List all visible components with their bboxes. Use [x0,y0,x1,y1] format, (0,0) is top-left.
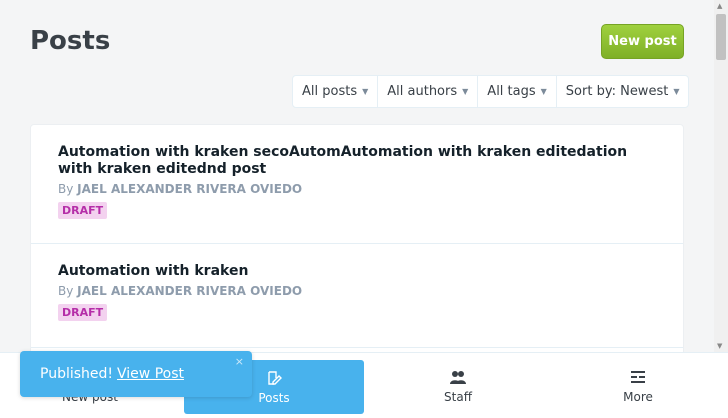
posts-list: Automation with kraken secoAutomAutomati… [30,124,684,364]
menu-icon [631,370,645,383]
post-by-label: By [58,182,74,196]
chevron-down-icon: ▼ [362,87,369,96]
nav-more[interactable]: More [548,353,728,418]
post-author: JAEL ALEXANDER RIVERA OVIEDO [77,284,303,298]
people-icon [450,370,466,384]
page-title: Posts [30,26,111,56]
scroll-up-icon[interactable]: ▲ [717,2,722,10]
filter-type-dropdown[interactable]: All posts ▼ [293,76,379,107]
chevron-down-icon: ▼ [673,87,680,96]
status-badge: DRAFT [58,304,108,321]
nav-label: Staff [444,389,472,404]
close-icon[interactable]: × [235,355,244,368]
sort-label: Sort by: Newest [565,84,669,99]
sort-dropdown[interactable]: Sort by: Newest ▼ [557,76,689,107]
scroll-down-icon[interactable]: ▼ [717,342,722,350]
nav-staff[interactable]: Staff [368,353,548,418]
post-by-label: By [58,284,74,298]
post-title: Automation with kraken secoAutomAutomati… [58,144,628,177]
post-title: Automation with kraken [58,263,249,279]
filter-tag-label: All tags [487,84,536,99]
filter-author-dropdown[interactable]: All authors ▼ [378,76,479,107]
filter-tag-dropdown[interactable]: All tags ▼ [478,76,557,107]
nav-label: More [623,389,653,404]
posts-icon [268,371,282,385]
list-item[interactable]: Automation with kraken secoAutomAutomati… [31,125,683,244]
post-meta: By JAEL ALEXANDER RIVERA OVIEDO [58,284,656,298]
list-item[interactable]: Automation with kraken By JAEL ALEXANDER… [31,244,683,348]
chevron-down-icon: ▼ [540,87,547,96]
filter-bar: All posts ▼ All authors ▼ All tags ▼ Sort b… [292,75,690,108]
toast-message: Published! [40,366,114,382]
post-author: JAEL ALEXANDER RIVERA OVIEDO [77,182,303,196]
filter-author-label: All authors [387,84,458,99]
scrollbar[interactable]: ▲ ▼ [714,0,728,352]
chevron-down-icon: ▼ [462,87,469,96]
new-post-button[interactable]: New post [601,24,684,59]
filter-type-label: All posts [302,84,358,99]
scrollbar-thumb[interactable] [716,14,726,60]
post-meta: By JAEL ALEXANDER RIVERA OVIEDO [58,182,656,196]
status-badge: DRAFT [58,202,108,219]
notification-toast: Published! View Post × [20,351,252,397]
nav-label: Posts [258,391,290,405]
view-post-link[interactable]: View Post [117,366,184,382]
